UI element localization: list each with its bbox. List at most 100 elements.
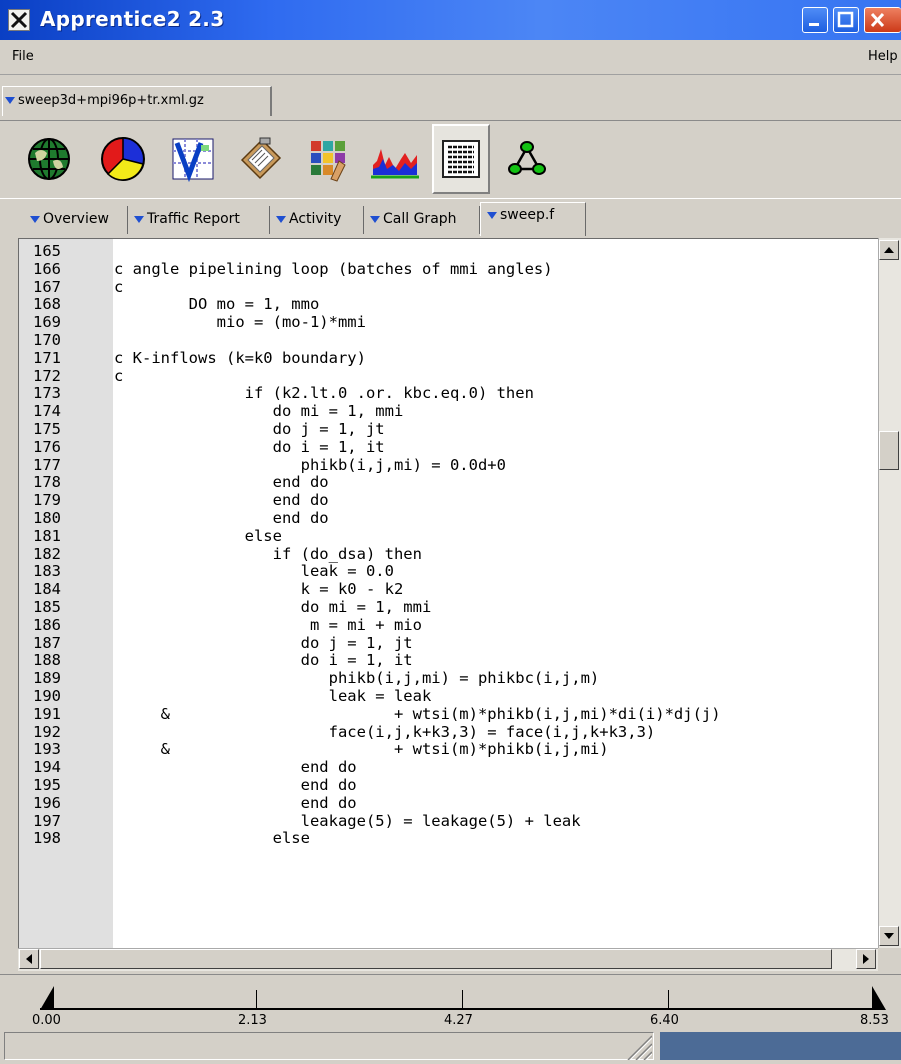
- globe-button[interactable]: [20, 124, 78, 194]
- timeline-tick: [462, 990, 463, 1009]
- arrow-right-icon: [863, 954, 869, 964]
- tab-activity[interactable]: Activity: [270, 206, 364, 234]
- globe-icon: [28, 138, 70, 180]
- code-text: end do: [114, 776, 357, 794]
- tab-label: Overview: [43, 211, 109, 227]
- source-code-view[interactable]: 165 166 c angle pipelining loop (batches o…: [18, 238, 879, 949]
- scroll-down-button[interactable]: [879, 926, 899, 946]
- code-text: if (do_dsa) then: [114, 544, 422, 563]
- line-number: 169: [33, 313, 61, 332]
- code-line: 179 end do: [19, 492, 879, 510]
- dropdown-triangle-icon: [5, 97, 15, 104]
- dropdown-triangle-icon: [370, 215, 380, 223]
- pie-chart-icon: [101, 137, 145, 181]
- tab-label: sweep.f: [500, 207, 555, 223]
- timeline-tick: [668, 990, 669, 1009]
- line-number: 178: [33, 473, 61, 492]
- pie-chart-button[interactable]: [94, 124, 152, 194]
- code-line: 197 leakage(5) = leakage(5) + leak: [19, 812, 879, 831]
- timeline-tick: [256, 990, 257, 1009]
- tab-sweep-f[interactable]: sweep.f: [480, 202, 586, 236]
- tab-label: Traffic Report: [147, 211, 240, 227]
- line-number: 180: [33, 509, 61, 527]
- text-list-button[interactable]: [432, 124, 490, 194]
- scroll-left-button[interactable]: [19, 949, 39, 969]
- code-text: mio = (mo-1)*mmi: [114, 313, 366, 332]
- vertical-scroll-thumb[interactable]: [879, 431, 899, 470]
- arrow-down-icon: [884, 933, 894, 939]
- line-number: 195: [33, 776, 61, 794]
- histogram-button[interactable]: [366, 124, 424, 194]
- code-line: 172 c: [19, 366, 879, 386]
- code-text: phikb(i,j,mi) = phikbc(i,j,m): [114, 669, 600, 688]
- line-number: 177: [33, 455, 61, 474]
- code-line: 184 k = k0 - k2: [19, 581, 879, 599]
- tree-button[interactable]: [498, 124, 556, 194]
- timeline-label: 4.27: [444, 1013, 473, 1028]
- vertical-scrollbar[interactable]: [878, 238, 901, 948]
- tree-icon: [508, 141, 546, 175]
- code-text: end do: [114, 758, 357, 777]
- dropdown-triangle-icon: [134, 215, 144, 223]
- code-line: 176 do i = 1, it: [19, 437, 879, 457]
- code-line: 174 do mi = 1, mmi: [19, 403, 879, 421]
- scroll-right-button[interactable]: [856, 949, 876, 969]
- code-line: 181 else: [19, 527, 879, 546]
- menu-help[interactable]: Help: [868, 49, 898, 64]
- code-line: 180 end do: [19, 510, 879, 528]
- code-text: else: [114, 829, 310, 848]
- timeline-label: 2.13: [238, 1013, 267, 1028]
- code-line: 173 if (k2.lt.0 .or. kbc.eq.0) then: [19, 385, 879, 403]
- code-text: do j = 1, jt: [114, 420, 385, 438]
- minimize-button[interactable]: [802, 7, 828, 33]
- code-text: leak = leak: [114, 687, 432, 705]
- tab-overview[interactable]: Overview: [24, 206, 128, 234]
- code-text: do i = 1, it: [114, 437, 385, 456]
- tab-call-graph[interactable]: Call Graph: [364, 206, 480, 234]
- menu-file[interactable]: File: [12, 49, 34, 64]
- line-number: 190: [33, 687, 61, 705]
- scroll-up-button[interactable]: [879, 240, 899, 260]
- code-text: face(i,j,k+k3,3) = face(i,j,k+k3,3): [114, 722, 656, 741]
- line-number: 170: [33, 331, 61, 349]
- line-number: 194: [33, 758, 61, 777]
- maximize-button[interactable]: [833, 7, 859, 33]
- code-text: leak = 0.0: [114, 562, 394, 581]
- line-number: 172: [33, 366, 61, 385]
- clipboard-button[interactable]: [232, 124, 290, 194]
- code-text: end do: [114, 793, 357, 812]
- code-line: 193 & + wtsi(m)*phikb(i,j,mi): [19, 741, 879, 759]
- file-tab[interactable]: sweep3d+mpi96p+tr.xml.gz: [2, 86, 272, 116]
- line-number: 167: [33, 277, 61, 296]
- v-grid-button[interactable]: [164, 124, 222, 194]
- code-line: 175 do j = 1, jt: [19, 421, 879, 439]
- code-text: do mi = 1, mmi: [114, 598, 432, 616]
- close-button[interactable]: [864, 7, 901, 33]
- line-number: 165: [33, 242, 61, 260]
- file-tab-label: sweep3d+mpi96p+tr.xml.gz: [18, 93, 204, 108]
- code-text: & + wtsi(m)*phikb(i,j,mi): [114, 740, 609, 759]
- line-number: 198: [33, 829, 61, 848]
- code-line: 189 phikb(i,j,mi) = phikbc(i,j,m): [19, 670, 879, 688]
- app-icon: [8, 9, 30, 31]
- line-number: 175: [33, 420, 61, 438]
- taskbar-strip: [660, 1032, 901, 1060]
- code-line: 198 else: [19, 830, 879, 848]
- code-line: 191 & + wtsi(m)*phikb(i,j,mi)*di(i)*dj(j…: [19, 705, 879, 724]
- palette-button[interactable]: [300, 124, 358, 194]
- menu-bar: [0, 40, 901, 75]
- code-text: c angle pipelining loop (batches of mmi …: [114, 259, 553, 278]
- timeline-label: 6.40: [650, 1013, 679, 1028]
- line-number: 189: [33, 669, 61, 688]
- code-line: 194 end do: [19, 759, 879, 777]
- horizontal-scroll-thumb[interactable]: [40, 949, 832, 969]
- tab-traffic-report[interactable]: Traffic Report: [128, 206, 270, 234]
- line-number: 188: [33, 651, 61, 670]
- line-number: 193: [33, 740, 61, 759]
- code-text: c: [114, 366, 124, 385]
- code-line: 166 c angle pipelining loop (batches of m…: [19, 259, 879, 279]
- line-number: 184: [33, 580, 61, 599]
- left-marker-icon: [40, 986, 54, 1010]
- line-number: 192: [33, 722, 61, 741]
- code-line: 190 leak = leak: [19, 688, 879, 706]
